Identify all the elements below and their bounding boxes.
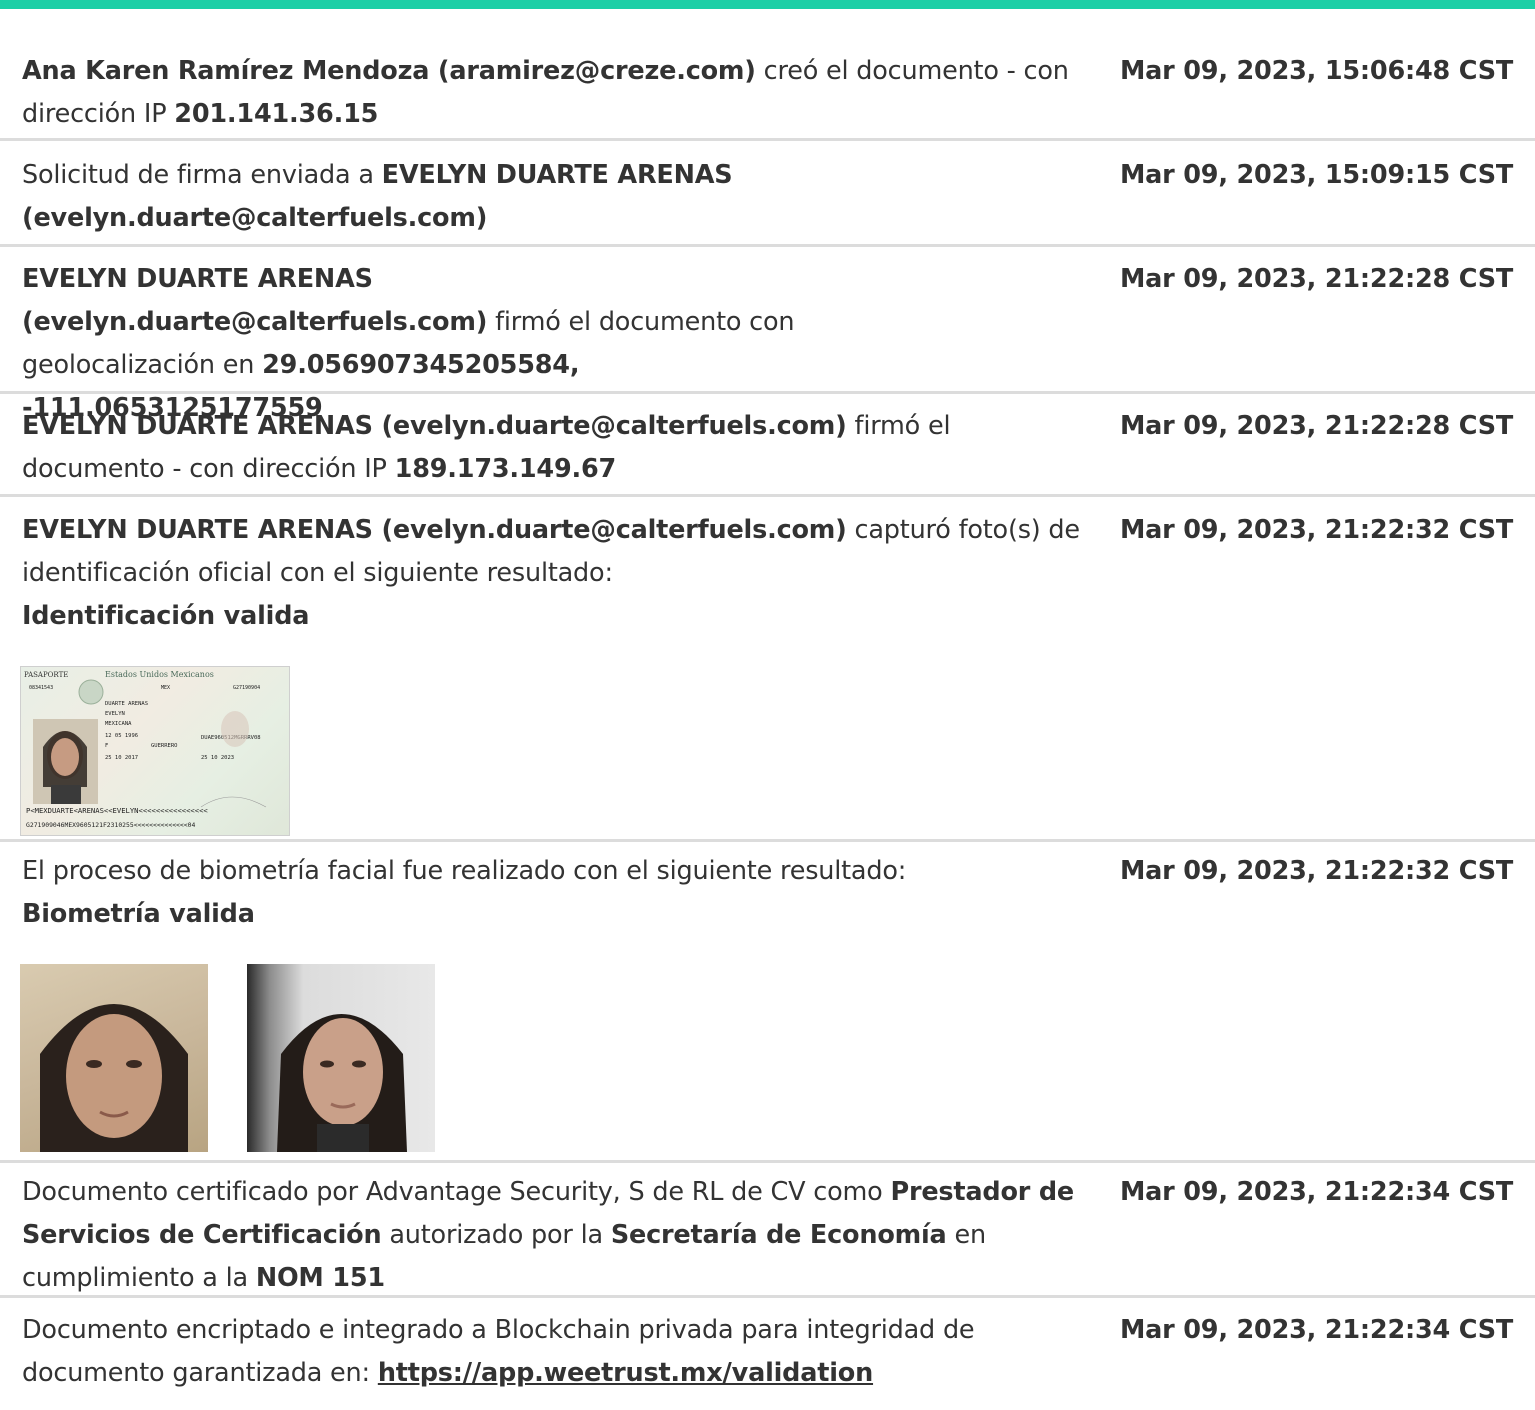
id-face-photo [20,964,208,1152]
entry-timestamp: Mar 09, 2023, 21:22:28 CST [1120,411,1514,441]
row-divider [0,839,1535,842]
emphasis-text: EVELYN DUARTE ARENAS (evelyn.duarte@calt… [22,515,847,545]
passport-given: EVELYN [105,711,125,717]
top-accent-bar [0,0,1535,9]
entry-description: Documento certificado por Advantage Secu… [22,1171,1092,1300]
emphasis-text: EVELYN DUARTE ARENAS (evelyn.duarte@calt… [22,411,847,441]
passport-birth-place: GUERRERO [151,743,178,749]
passport-photo: PASAPORTE Estados Unidos Mexicanos 08341… [20,666,290,836]
passport-code: MEX [161,685,170,691]
entry-timestamp: Mar 09, 2023, 15:06:48 CST [1120,56,1514,86]
passport-type: PASAPORTE [24,671,68,679]
emphasis-text: Ana Karen Ramírez Mendoza (aramirez@crez… [22,56,756,86]
row-divider [0,244,1535,247]
passport-birth-date: 12 05 1996 [105,733,138,739]
emphasis-text: Secretaría de Economía [610,1220,947,1250]
row-divider [0,1160,1535,1163]
emphasis-text: EVELYN DUARTE ARENAS (evelyn.duarte@calt… [22,264,488,337]
entry-description: Documento encriptado e integrado a Block… [22,1309,1092,1395]
row-divider [0,391,1535,394]
entry-description: Solicitud de firma enviada a EVELYN DUAR… [22,154,1092,240]
validation-result: Identificación valida [22,601,310,631]
passport-expiry-date: 25 10 2023 [201,755,234,761]
entry-timestamp: Mar 09, 2023, 21:22:32 CST [1120,515,1514,545]
entry-timestamp: Mar 09, 2023, 15:09:15 CST [1120,160,1514,190]
passport-mrz-line1: P<MEXDUARTE<ARENAS<<EVELYN<<<<<<<<<<<<<<… [26,806,208,815]
passport-sex: F [105,743,108,749]
entry-timestamp: Mar 09, 2023, 21:22:34 CST [1120,1315,1514,1345]
passport-issue-date: 25 10 2017 [105,755,138,761]
entry-timestamp: Mar 09, 2023, 21:22:34 CST [1120,1177,1514,1207]
passport-number: G27190904 [233,685,260,691]
entry-description: Ana Karen Ramírez Mendoza (aramirez@crez… [22,50,1092,136]
description-text: autorizado por la [381,1220,611,1250]
passport-mrz-line2: G271909046MEX9605121F2310255<<<<<<<<<<<<… [26,821,195,829]
validation-result: Biometría valida [22,899,255,929]
entry-timestamp: Mar 09, 2023, 21:22:32 CST [1120,856,1514,886]
entry-description: EVELYN DUARTE ARENAS (evelyn.duarte@calt… [22,405,972,491]
passport-country: Estados Unidos Mexicanos [105,670,214,679]
emphasis-text: NOM 151 [255,1263,385,1293]
emphasis-text: 189.173.149.67 [394,454,617,484]
row-divider [0,138,1535,141]
passport-surname: DUARTE ARENAS [105,701,148,707]
selfie-photo [247,964,435,1152]
validation-link[interactable]: https://app.weetrust.mx/validation [378,1358,873,1388]
row-divider [0,494,1535,497]
description-text: Documento certificado por Advantage Secu… [22,1177,891,1207]
row-divider [0,1295,1535,1298]
description-text: Solicitud de firma enviada a [22,160,382,190]
emphasis-text: 201.141.36.15 [174,99,379,129]
entry-timestamp: Mar 09, 2023, 21:22:28 CST [1120,264,1514,294]
entry-description: El proceso de biometría facial fue reali… [22,850,1092,936]
description-text: El proceso de biometría facial fue reali… [22,856,907,886]
entry-description: EVELYN DUARTE ARENAS (evelyn.duarte@calt… [22,509,1092,638]
passport-nationality: MEXICANA [105,721,132,727]
passport-serial: 08341543 [29,685,53,691]
